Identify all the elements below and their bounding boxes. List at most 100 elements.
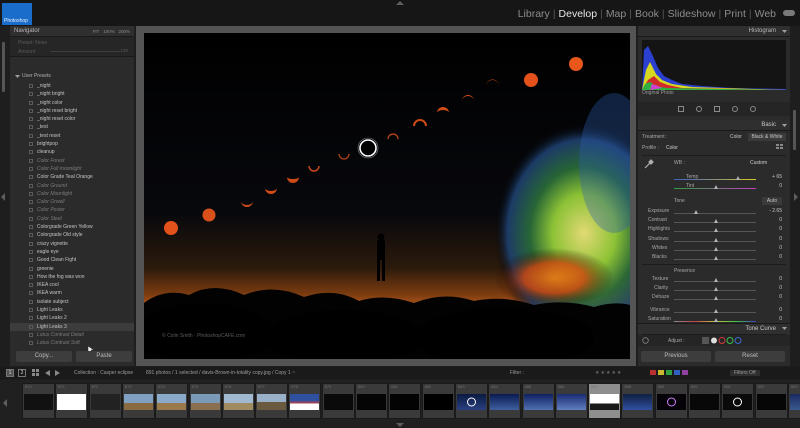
- page-1-button[interactable]: 1: [6, 369, 14, 377]
- filmstrip-thumbnail[interactable]: 872: [88, 383, 122, 419]
- collection-source[interactable]: Collection : Casper eclipse: [74, 370, 133, 376]
- filmstrip-thumbnail[interactable]: 875: [188, 383, 222, 419]
- filmstrip-thumbnail[interactable]: 892: [754, 383, 788, 419]
- forward-arrow-icon[interactable]: [55, 370, 61, 376]
- preset-item[interactable]: greenie: [10, 265, 134, 273]
- exposure-thumb[interactable]: [694, 210, 698, 214]
- crop-icon[interactable]: [678, 106, 684, 112]
- preset-item[interactable]: IKEA warm: [10, 289, 134, 297]
- back-arrow-icon[interactable]: [45, 370, 51, 376]
- filmstrip-thumbnail[interactable]: 873: [121, 383, 155, 419]
- preset-item[interactable]: IKEA cool: [10, 281, 134, 289]
- vibrance-value[interactable]: 0: [779, 307, 782, 313]
- preset-item[interactable]: Light Leaks 2: [10, 314, 134, 322]
- preset-item[interactable]: Color Forest: [10, 157, 134, 165]
- filmstrip-thumbnail[interactable]: 874: [155, 383, 189, 419]
- preset-item[interactable]: _night: [10, 82, 134, 90]
- point-curve-icon[interactable]: [642, 337, 649, 344]
- curve-channel-icons[interactable]: [702, 336, 746, 345]
- texture-value[interactable]: 0: [779, 276, 782, 282]
- cloud-icon[interactable]: [783, 10, 795, 16]
- preset-item[interactable]: Colorgrade Green Yellow: [10, 223, 134, 231]
- treatment-bw-button[interactable]: Black & White: [748, 133, 786, 141]
- filmstrip-left-icon[interactable]: [3, 399, 8, 407]
- profile-grid-icon[interactable]: [776, 144, 784, 150]
- mask-icon[interactable]: [732, 106, 738, 112]
- filmstrip-thumbnail[interactable]: 886: [554, 383, 588, 419]
- tone-auto-button[interactable]: Auto: [762, 197, 782, 205]
- preset-item[interactable]: Color Ground: [10, 182, 134, 190]
- paste-button[interactable]: Paste: [76, 351, 132, 362]
- preset-item[interactable]: cleanup: [10, 148, 134, 156]
- preset-item[interactable]: Color Moonlight: [10, 190, 134, 198]
- filmstrip-thumbnail[interactable]: 871: [55, 383, 89, 419]
- preset-item[interactable]: brightpop: [10, 140, 134, 148]
- collapse-tone-curve-icon[interactable]: [782, 326, 787, 331]
- collapse-basic-icon[interactable]: [782, 123, 787, 128]
- collapse-bottom-icon[interactable]: [396, 423, 404, 428]
- module-library[interactable]: Library: [518, 8, 550, 20]
- filmstrip-thumbnail[interactable]: 890: [688, 383, 721, 419]
- module-print[interactable]: Print: [724, 8, 746, 20]
- preset-item[interactable]: eagle eye: [10, 248, 134, 256]
- highlights-value[interactable]: 0: [779, 226, 782, 232]
- saturation-thumb[interactable]: [714, 318, 718, 322]
- module-map[interactable]: Map: [606, 8, 626, 20]
- blacks-thumb[interactable]: [714, 256, 718, 260]
- exposure-value[interactable]: - 2.65: [769, 208, 782, 214]
- preset-item[interactable]: Color Orwell: [10, 198, 134, 206]
- preset-item[interactable]: Color Full moonlight: [10, 165, 134, 173]
- module-book[interactable]: Book: [635, 8, 659, 20]
- preset-item[interactable]: _test reset: [10, 132, 134, 140]
- navigator-header[interactable]: Navigator FIT 100% 200%: [10, 26, 134, 37]
- profile-select[interactable]: Color: [666, 145, 678, 151]
- filmstrip-thumbnail[interactable]: 876: [221, 383, 255, 419]
- contrast-thumb[interactable]: [714, 219, 718, 224]
- blacks-value[interactable]: 0: [779, 254, 782, 260]
- filmstrip-thumbnail[interactable]: 883: [454, 383, 488, 419]
- preset-item[interactable]: Colorgrade Old style: [10, 231, 134, 239]
- shadows-value[interactable]: 0: [779, 236, 782, 242]
- texture-thumb[interactable]: [714, 278, 718, 282]
- filmstrip-thumbnail[interactable]: 885: [521, 383, 555, 419]
- collapse-top-icon[interactable]: [396, 1, 404, 6]
- histogram[interactable]: [642, 40, 786, 90]
- preset-item[interactable]: isolate subject: [10, 298, 134, 306]
- filmstrip-thumbnail[interactable]: 888: [621, 383, 655, 419]
- previous-button[interactable]: Previous: [641, 351, 711, 362]
- filmstrip-thumbnail[interactable]: 887: [588, 383, 622, 419]
- preset-item[interactable]: _test: [10, 123, 134, 131]
- basic-header[interactable]: Basic: [638, 120, 790, 131]
- temp-slider[interactable]: [674, 179, 756, 180]
- filmstrip-thumbnail[interactable]: 879: [321, 383, 355, 419]
- preset-item[interactable]: Color Poster: [10, 206, 134, 214]
- module-web[interactable]: Web: [755, 8, 776, 20]
- dehaze-value[interactable]: 0: [779, 294, 782, 300]
- highlights-thumb[interactable]: [714, 228, 718, 233]
- grid-view-icon[interactable]: [32, 369, 40, 377]
- heal-icon[interactable]: [696, 106, 702, 112]
- temp-value[interactable]: + 65: [772, 174, 782, 180]
- tint-value[interactable]: 0: [779, 183, 782, 189]
- collapse-left-icon[interactable]: [1, 193, 6, 201]
- color-label-filters[interactable]: [650, 370, 710, 376]
- filmstrip-thumbnail[interactable]: 877: [255, 383, 289, 419]
- eyedropper-icon[interactable]: [644, 159, 654, 169]
- filmstrip-thumbnail[interactable]: 881: [388, 383, 422, 419]
- vibrance-thumb[interactable]: [714, 309, 718, 313]
- filmstrip-thumbnail[interactable]: 882: [421, 383, 455, 419]
- collapse-right-icon[interactable]: [794, 193, 799, 201]
- filmstrip-thumbnail[interactable]: 891: [721, 383, 755, 419]
- filmstrip-thumbnail[interactable]: 893: [787, 383, 800, 419]
- amount-slider[interactable]: [50, 51, 120, 52]
- preset-item[interactable]: _night color: [10, 99, 134, 107]
- radial-filter-icon[interactable]: [750, 106, 756, 112]
- zoom-fit[interactable]: FIT: [93, 29, 100, 34]
- zoom-200[interactable]: 200%: [118, 29, 130, 34]
- temp-thumb[interactable]: [736, 176, 740, 180]
- zoom-100[interactable]: 100%: [103, 29, 115, 34]
- module-develop[interactable]: Develop: [559, 8, 598, 20]
- rating-filter-stars[interactable]: ★★★★★: [595, 370, 622, 376]
- preset-item[interactable]: Light Leaks 3: [10, 322, 134, 331]
- clarity-thumb[interactable]: [714, 287, 718, 291]
